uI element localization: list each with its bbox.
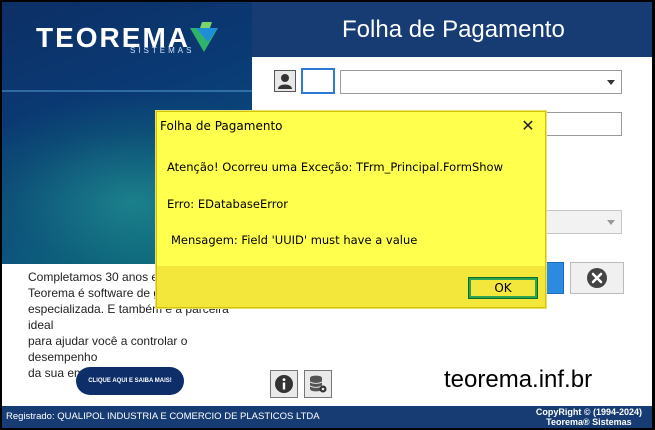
info-button[interactable] <box>270 370 298 398</box>
website-link[interactable]: teorema.inf.br <box>444 366 592 394</box>
registered-to-text: Registrado: QUALIPOL INDUSTRIA E COMERCI… <box>6 411 320 422</box>
copyright-line: Teorema® Sistemas <box>546 417 632 427</box>
promo-line: para ajudar você a controlar o desempenh… <box>28 334 188 364</box>
error-dialog: Folha de Pagamento ✕ Atenção! Ocorreu um… <box>156 111 546 308</box>
status-bar: Registrado: QUALIPOL INDUSTRIA E COMERCI… <box>2 406 652 428</box>
app-header: Folha de Pagamento <box>252 2 652 57</box>
learn-more-button[interactable]: CLIQUE AQUI E SAIBA MAIS! <box>76 367 184 395</box>
info-icon <box>275 375 293 393</box>
app-title: Folha de Pagamento <box>342 16 565 43</box>
detail-message: Mensagem: Field 'UUID' must have a value <box>171 233 418 247</box>
dialog-titlebar[interactable]: Folha de Pagamento ✕ <box>157 112 545 144</box>
teorema-logo-icon <box>190 22 218 52</box>
copyright-line: CopyRight © (1994-2024) <box>535 407 642 417</box>
database-gear-icon <box>309 375 327 393</box>
chevron-down-icon <box>607 80 615 85</box>
close-icon[interactable]: ✕ <box>519 117 537 135</box>
dialog-body: Atenção! Ocorreu uma Exceção: TFrm_Princ… <box>157 144 545 266</box>
brand-subtitle: SISTEMAS <box>130 46 195 55</box>
error-type-message: Erro: EDatabaseError <box>167 197 289 211</box>
company-select[interactable] <box>340 70 622 94</box>
close-circle-icon <box>587 268 607 288</box>
ok-button[interactable]: OK <box>468 277 538 299</box>
period-select[interactable] <box>542 210 622 234</box>
chevron-down-icon <box>607 220 615 225</box>
database-settings-button[interactable] <box>304 370 332 398</box>
exception-message: Atenção! Ocorreu uma Exceção: TFrm_Princ… <box>167 160 503 174</box>
banner-divider <box>2 90 252 92</box>
company-code-input[interactable] <box>301 68 335 94</box>
dialog-footer: OK <box>157 266 545 307</box>
main-window: TEOREMA SISTEMAS Completamos 30 anos em … <box>2 2 652 428</box>
copyright-text: CopyRight © (1994-2024) Teorema® Sistema… <box>536 407 642 427</box>
password-input[interactable] <box>542 112 622 136</box>
user-icon <box>274 70 296 92</box>
cancel-button[interactable] <box>570 262 624 294</box>
dialog-title: Folha de Pagamento <box>160 119 283 133</box>
